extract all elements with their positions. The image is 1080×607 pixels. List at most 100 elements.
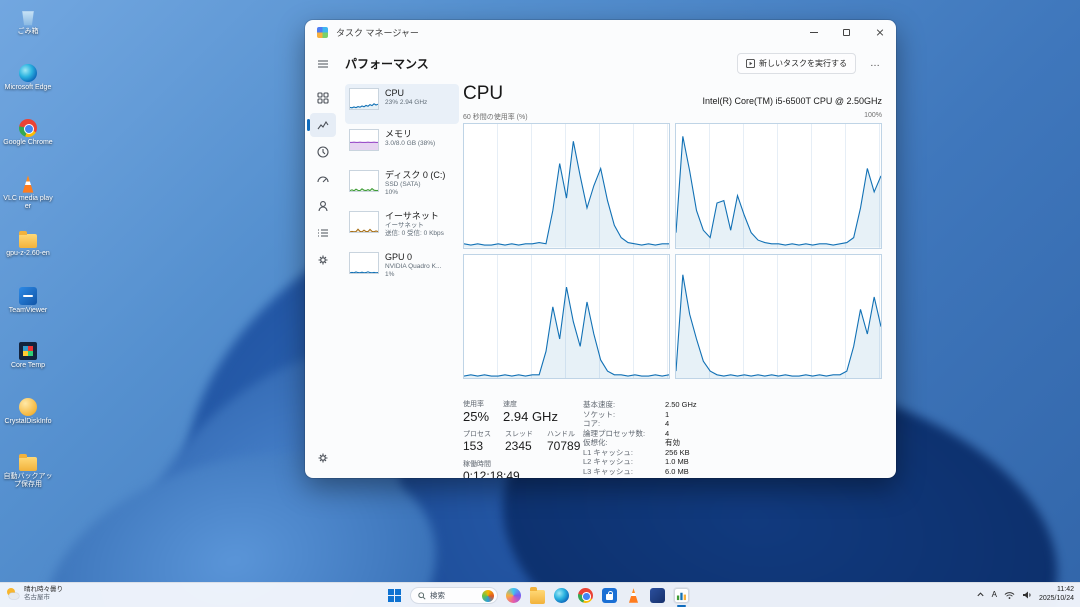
desktop-icon-recycle-bin[interactable]: ごみ箱 <box>2 8 54 36</box>
ime-indicator[interactable]: A <box>992 590 997 599</box>
nav-item-services[interactable] <box>310 248 336 272</box>
desktop-icon-chrome[interactable]: Google Chrome <box>2 119 54 147</box>
nav-menu-button[interactable] <box>310 52 336 76</box>
close-icon <box>876 28 884 36</box>
cpu-core-chart-1 <box>675 123 882 249</box>
taskbar-task-manager-button[interactable] <box>673 587 690 604</box>
perf-item-disk0[interactable]: ディスク 0 (C:) SSD (SATA) 10% <box>345 166 459 206</box>
services-wrench-icon <box>316 253 330 267</box>
core-temp-icon <box>19 342 37 360</box>
weather-line1: 晴れ時々曇り <box>24 586 63 594</box>
perf-item-memory[interactable]: メモリ 3.0/8.0 GB (38%) <box>345 125 459 165</box>
minimize-button[interactable] <box>797 20 830 44</box>
desktop-icon-edge[interactable]: Microsoft Edge <box>2 64 54 92</box>
close-button[interactable] <box>863 20 896 44</box>
search-highlight-icon <box>482 590 494 602</box>
stat-speed: 速度 2.94 GHz <box>503 400 558 424</box>
taskbar-chrome-button[interactable] <box>577 587 594 604</box>
task-manager-app-icon <box>317 27 328 38</box>
cpu-stats: 使用率 25% 速度 2.94 GHz プロセス 153 スレッド <box>463 400 882 478</box>
cpu-core-chart-0 <box>463 123 670 249</box>
volume-icon[interactable] <box>1022 590 1032 600</box>
nav-item-users[interactable] <box>310 194 336 218</box>
nav-item-app-history[interactable] <box>310 140 336 164</box>
desktop-icon-label: 自動バックアップ保存用 <box>2 473 54 489</box>
perf-item-cpu[interactable]: CPU 23% 2.94 GHz <box>345 84 459 124</box>
perf-item-gpu0[interactable]: GPU 0 NVIDIA Quadro K... 1% <box>345 248 459 288</box>
start-button[interactable] <box>386 587 403 604</box>
perf-item-detail: イーサネット <box>385 222 444 230</box>
perf-item-name: GPU 0 <box>385 252 441 263</box>
edge-icon <box>554 588 569 603</box>
users-icon <box>316 199 330 213</box>
edge-icon <box>19 64 37 82</box>
desktop-icon-gpuz-folder[interactable]: gpu-z-2.60-en <box>2 231 54 258</box>
perf-item-ethernet[interactable]: イーサネット イーサネット 送信: 0 受信: 0 Kbps <box>345 207 459 247</box>
stat-processes: プロセス 153 <box>463 430 491 454</box>
taskbar-store-button[interactable] <box>601 587 618 604</box>
search-placeholder: 検索 <box>430 590 478 601</box>
spec-row: コア:4 <box>583 419 763 429</box>
perf-item-name: メモリ <box>385 129 435 140</box>
system-tray: A 11:42 2025/10/24 <box>976 586 1074 603</box>
cpu-specs: 基本速度:2.50 GHz ソケット:1 コア:4 論理プロセッサ数:4 仮想化… <box>583 400 763 478</box>
task-manager-icon <box>674 588 689 603</box>
cpu-core-charts <box>463 123 882 379</box>
taskbar-app-button[interactable] <box>649 587 666 604</box>
taskbar-copilot-button[interactable] <box>505 587 522 604</box>
tray-time: 11:42 <box>1039 586 1074 595</box>
history-clock-icon <box>316 145 330 159</box>
desktop-icon-crystaldiskinfo[interactable]: CrystalDiskInfo <box>2 398 54 426</box>
desktop-icon-vlc[interactable]: VLC media player <box>2 175 54 211</box>
settings-button[interactable] <box>310 446 336 470</box>
task-manager-window: タスク マネージャー パフォーマンス 新しいタスクを実行する … <box>305 20 896 478</box>
stat-uptime: 稼働時間 0:12:18:49 <box>463 460 520 478</box>
stat-handles: ハンドル 70789 <box>547 430 580 454</box>
chart-axis-label-left: 60 秒間の使用率 (%) <box>463 112 528 121</box>
tray-date: 2025/10/24 <box>1039 595 1074 604</box>
perf-item-name: CPU <box>385 88 427 99</box>
desktop-icon-teamviewer[interactable]: TeamViewer <box>2 287 54 315</box>
processes-icon <box>316 91 330 105</box>
desktop-icon-label: Google Chrome <box>2 139 54 147</box>
nav-rail <box>305 46 341 478</box>
maximize-button[interactable] <box>830 20 863 44</box>
taskbar-file-explorer-button[interactable] <box>529 587 546 604</box>
perf-item-detail: SSD (SATA) <box>385 181 445 189</box>
startup-gauge-icon <box>316 172 330 186</box>
minimize-icon <box>810 32 818 33</box>
microsoft-store-icon <box>602 588 617 603</box>
chrome-icon <box>578 588 593 603</box>
crystaldiskinfo-icon <box>19 398 37 416</box>
run-new-task-button[interactable]: 新しいタスクを実行する <box>737 53 856 74</box>
nav-item-processes[interactable] <box>310 86 336 110</box>
weather-icon <box>6 587 20 601</box>
perf-item-detail: 3.0/8.0 GB (38%) <box>385 140 435 148</box>
hamburger-icon <box>316 57 330 71</box>
network-icon[interactable] <box>1004 590 1015 600</box>
tray-chevron-up-icon[interactable] <box>976 590 985 599</box>
nav-item-startup-apps[interactable] <box>310 167 336 191</box>
weather-widget[interactable]: 晴れ時々曇り 名古屋市 <box>6 586 63 602</box>
perf-item-detail2: 1% <box>385 271 441 279</box>
taskbar-center: 検索 <box>386 587 690 604</box>
spec-row: 基本速度:2.50 GHz <box>583 400 763 410</box>
titlebar: タスク マネージャー <box>305 20 896 44</box>
nav-item-details[interactable] <box>310 221 336 245</box>
perf-item-name: イーサネット <box>385 211 444 222</box>
more-button[interactable]: … <box>864 58 886 69</box>
search-box[interactable]: 検索 <box>410 587 498 604</box>
desktop-icon-backup-folder[interactable]: 自動バックアップ保存用 <box>2 454 54 489</box>
perf-item-detail: 23% 2.94 GHz <box>385 99 427 107</box>
disk-mini-chart <box>349 170 379 192</box>
nav-item-performance[interactable] <box>310 113 336 137</box>
run-task-label: 新しいタスクを実行する <box>759 58 847 69</box>
taskbar-edge-button[interactable] <box>553 587 570 604</box>
maximize-icon <box>843 29 850 36</box>
clock[interactable]: 11:42 2025/10/24 <box>1039 586 1074 603</box>
desktop-icon-label: TeamViewer <box>2 307 54 315</box>
taskbar-vlc-button[interactable] <box>625 587 642 604</box>
perf-item-name: ディスク 0 (C:) <box>385 170 445 181</box>
window-title: タスク マネージャー <box>336 26 419 39</box>
desktop-icon-coretemp[interactable]: Core Temp <box>2 342 54 370</box>
